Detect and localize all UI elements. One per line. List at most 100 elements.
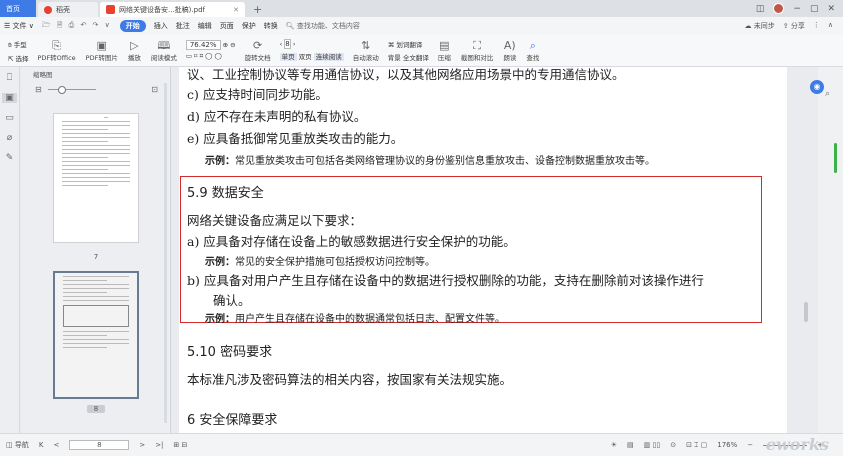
thumbnail-icon[interactable]: ▣ xyxy=(2,93,17,103)
screenshot-compare-button[interactable]: ⛶ 截图和对比 xyxy=(456,36,499,66)
play-icon: ▷ xyxy=(130,38,139,52)
double-page-button[interactable]: 双页 xyxy=(299,53,312,61)
close-window-button[interactable]: ✕ xyxy=(827,4,835,14)
minimize-button[interactable]: − xyxy=(793,4,801,14)
zoom-input[interactable]: 76.42% xyxy=(185,39,221,50)
collapse-ribbon-icon[interactable]: ∧ xyxy=(828,21,833,31)
eye-protect-icon[interactable]: ☀ xyxy=(611,441,617,449)
compress-button[interactable]: ▤ 压缩 xyxy=(433,36,456,66)
speaker-icon: A) xyxy=(503,38,516,52)
document-view[interactable]: 议、工业控制协议等专用通信协议，以及其他网络应用场景中的专用通信协议。 c) 应… xyxy=(172,67,818,433)
layout-icon[interactable]: ◫ xyxy=(756,4,765,14)
thumbnail-page-number-current: 8 xyxy=(87,405,105,413)
prev-page-icon[interactable]: ‹ xyxy=(280,40,283,48)
double-view-icon[interactable]: ▥ ▯▯ xyxy=(644,441,661,449)
hand-tool[interactable]: ✋︎ 手型 xyxy=(8,39,29,50)
menu-file[interactable]: ☰ 文件 ∨ xyxy=(4,21,34,31)
status-zoom[interactable]: 176% xyxy=(717,441,737,449)
continuous-read-button[interactable]: 连续阅读 xyxy=(313,53,344,61)
section-heading-6: 6 安全保障要求 xyxy=(187,413,278,428)
document-scrollbar[interactable] xyxy=(804,302,808,322)
menu-insert[interactable]: 插入 xyxy=(154,21,168,31)
docer-icon xyxy=(44,5,52,14)
single-view-icon[interactable]: ▤ xyxy=(627,441,634,449)
read-mode-button[interactable]: 🕮︎ 阅读模式 xyxy=(146,36,182,66)
page-nav-group: ‹ 8 › 单页 双页 连续阅读 xyxy=(276,39,348,61)
pdf-to-office-button[interactable]: ⎘ PDF转Office xyxy=(33,36,81,66)
menu-page[interactable]: 页面 xyxy=(220,21,234,31)
tab-pdf-document[interactable]: 网络关键设备安...批稿).pdf ✕ xyxy=(100,2,245,17)
menu-protect[interactable]: 保护 xyxy=(242,21,256,31)
avatar[interactable] xyxy=(773,3,785,14)
read-aloud-button[interactable]: A) 朗读 xyxy=(498,36,521,66)
thumbnail-tools: ⊟ ⊡ xyxy=(21,81,170,97)
navigation-toggle[interactable]: ◫ 导航 xyxy=(6,440,29,450)
signature-icon[interactable]: ✎ xyxy=(6,153,14,163)
thumbnail-scrollbar[interactable] xyxy=(164,83,167,423)
comment-icon[interactable]: ▭ xyxy=(5,113,14,123)
status-page-input[interactable]: 8 xyxy=(69,440,130,450)
doc-list-item-d: d) 应不存在未声明的私有协议。 xyxy=(187,109,367,124)
next-page-icon[interactable]: › xyxy=(293,40,296,48)
compress-icon: ▤ xyxy=(439,38,450,52)
tab-docer[interactable]: 稻壳 xyxy=(38,2,98,17)
assistant-icon[interactable]: ◉ xyxy=(810,80,824,94)
section-heading-5-9: 5.9 数据安全 xyxy=(187,186,264,201)
first-page-icon[interactable]: K xyxy=(39,441,44,449)
menu-annotate[interactable]: 批注 xyxy=(176,21,190,31)
tab-home[interactable]: 首页 xyxy=(0,0,36,17)
thumbnail-size-slider[interactable] xyxy=(47,85,96,94)
scroll-position-indicator[interactable] xyxy=(834,143,837,173)
share-button[interactable]: ⇪ 分享 xyxy=(783,21,805,31)
page-number-input[interactable]: 8 xyxy=(284,39,291,49)
convert-icon: ⎘ xyxy=(52,38,61,52)
pdf-to-image-button[interactable]: ▣ PDF转图片 xyxy=(81,36,123,66)
play-button[interactable]: ▷ 播放 xyxy=(123,36,146,66)
search-icon: 🔍︎ xyxy=(285,22,295,30)
menu-convert[interactable]: 转换 xyxy=(264,21,278,31)
pdf-icon xyxy=(106,5,115,14)
fit-page-icons[interactable]: ⊡ ⌶ ▢ xyxy=(686,441,707,450)
eworks-watermark-logo: eworks xyxy=(765,435,829,454)
more-icon[interactable]: ⋮ xyxy=(813,21,820,31)
background-button[interactable]: 背景 xyxy=(388,54,401,62)
new-tab-button[interactable]: + xyxy=(247,2,268,17)
find-button[interactable]: ⌕ 查找 xyxy=(521,36,544,66)
quick-access-icons[interactable]: 🗁 🗎 ⎙ ↶ ↷ ∨ xyxy=(42,21,112,32)
rotate-document-button[interactable]: ⟳ 旋转文档 xyxy=(240,36,276,66)
fit-icons[interactable]: ▭ ⌑ ⌗ ◯ ◯ xyxy=(186,52,236,61)
side-icon-strip: ⎕ ▣ ▭ ⌀ ✎ xyxy=(0,67,20,433)
menu-edit[interactable]: 编辑 xyxy=(198,21,212,31)
sync-status[interactable]: ☁ 未同步 xyxy=(745,21,775,31)
doc-list-item-a: a) 应具备对存储在设备上的敏感数据进行安全保护的功能。 xyxy=(187,234,516,249)
add-page-icon[interactable]: ⊞ ⊟ xyxy=(173,441,187,449)
auto-scroll-button[interactable]: ⇅ 自动滚动 xyxy=(348,36,384,66)
maximize-button[interactable]: ▢ xyxy=(810,4,819,14)
page-thumbnail-8[interactable] xyxy=(53,271,139,399)
tab-bar: 首页 稻壳 网络关键设备安...批稿).pdf ✕ + ◫ − ▢ ✕ xyxy=(0,0,843,17)
menu-start[interactable]: 开始 xyxy=(119,20,146,32)
full-translate-button[interactable]: 全文翻译 xyxy=(403,54,429,62)
image-icon: ▣ xyxy=(96,38,107,52)
zoom-out-icon[interactable]: ⊖ xyxy=(230,41,235,49)
zoom-in-icon[interactable]: ⊕ xyxy=(223,41,228,49)
play-status-icon[interactable]: ⊙ xyxy=(670,441,676,449)
zoom-group: 76.42% ⊕ ⊖ ▭ ⌑ ⌗ ◯ ◯ xyxy=(182,39,240,61)
last-page-icon[interactable]: >| xyxy=(155,441,163,449)
select-tool[interactable]: ⇱ 选择 xyxy=(8,53,29,63)
single-page-button[interactable]: 单页 xyxy=(279,53,297,61)
doc-example: 示例：常见重放类攻击可包括各类网络管理协议的身份鉴别信息重放攻击、设备控制数据重… xyxy=(205,156,655,167)
search-function[interactable]: 🔍︎ 查找功能、文档内容 xyxy=(286,21,360,31)
next-page-status-icon[interactable]: > xyxy=(139,441,145,449)
thumb-size-icon[interactable]: ⊟ xyxy=(35,85,42,94)
thumb-view-icon[interactable]: ⊡ xyxy=(151,85,158,94)
zoom-out-status-icon[interactable]: − xyxy=(747,441,753,449)
close-tab-icon[interactable]: ✕ xyxy=(233,6,239,14)
attachment-icon[interactable]: ⌀ xyxy=(7,133,12,143)
zoom-tool-icon[interactable]: ⌕ xyxy=(825,89,830,99)
page-thumbnail-7[interactable] xyxy=(53,113,139,243)
doc-example-a: 示例：常见的安全保护措施可包括授权访问控制等。 xyxy=(205,257,435,268)
bookmark-icon[interactable]: ⎕ xyxy=(7,73,12,83)
prev-page-status-icon[interactable]: < xyxy=(53,441,59,449)
translate-button[interactable]: ⌘ 划词翻译 xyxy=(388,39,429,49)
